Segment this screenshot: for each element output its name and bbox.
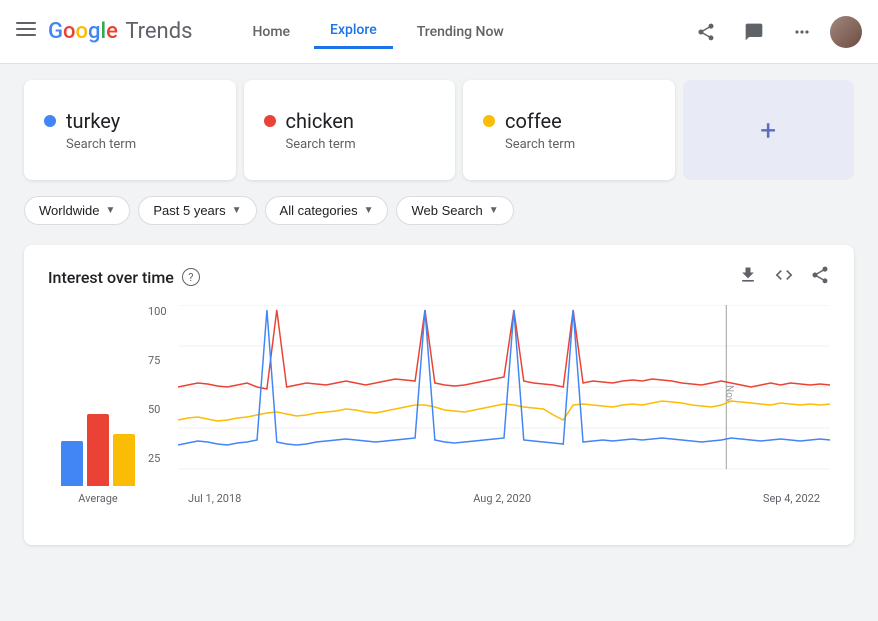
- apps-icon[interactable]: [782, 12, 822, 52]
- period-chevron: ▼: [232, 205, 242, 216]
- menu-icon[interactable]: [16, 19, 36, 44]
- search-type-label: Web Search: [411, 203, 482, 218]
- line-chart-svg: Nov: [178, 305, 830, 470]
- category-filter[interactable]: All categories ▼: [265, 196, 389, 225]
- category-label: All categories: [280, 203, 358, 218]
- coffee-type: Search term: [505, 137, 655, 152]
- logo-google-text: Google: [48, 19, 118, 44]
- avatar[interactable]: [830, 16, 862, 48]
- chicken-avg-bar: [87, 414, 109, 486]
- nav-explore[interactable]: Explore: [314, 14, 393, 49]
- add-icon: +: [760, 114, 776, 147]
- region-filter[interactable]: Worldwide ▼: [24, 196, 130, 225]
- search-terms-row: turkey Search term chicken Search term c…: [24, 80, 854, 180]
- main-content: turkey Search term chicken Search term c…: [0, 64, 878, 561]
- x-label-2022: Sep 4, 2022: [763, 492, 820, 505]
- chart-right-panel: 100 75 50 25 Nov: [148, 305, 830, 525]
- header-left: Google Trends Home Explore Trending Now: [16, 14, 520, 49]
- turkey-type: Search term: [66, 137, 216, 152]
- search-term-chicken[interactable]: chicken Search term: [244, 80, 456, 180]
- avatar-image: [830, 16, 862, 48]
- average-bar-chart: [61, 386, 135, 486]
- line-chart-area: 100 75 50 25 Nov: [148, 305, 830, 490]
- chart-title: Interest over time: [48, 268, 174, 287]
- y-axis-labels: 100 75 50 25: [148, 305, 176, 465]
- search-term-coffee[interactable]: coffee Search term: [463, 80, 675, 180]
- coffee-dot: [483, 115, 495, 127]
- chicken-type: Search term: [286, 137, 436, 152]
- search-type-filter[interactable]: Web Search ▼: [396, 196, 513, 225]
- y-label-50: 50: [148, 403, 176, 416]
- search-type-chevron: ▼: [489, 205, 499, 216]
- messages-icon[interactable]: [734, 12, 774, 52]
- chart-card: Interest over time ?: [24, 245, 854, 545]
- turkey-header: turkey: [44, 109, 216, 133]
- share-chart-icon[interactable]: [810, 265, 830, 289]
- chart-left-panel: Average: [48, 305, 148, 525]
- avg-label: Average: [78, 492, 118, 505]
- add-term-button[interactable]: +: [683, 80, 855, 180]
- coffee-avg-bar: [113, 434, 135, 486]
- chart-container: Average 100 75 50 25: [48, 305, 830, 525]
- embed-icon[interactable]: [774, 265, 794, 289]
- region-chevron: ▼: [105, 205, 115, 216]
- x-axis-labels: Jul 1, 2018 Aug 2, 2020 Sep 4, 2022: [178, 492, 830, 505]
- chicken-header: chicken: [264, 109, 436, 133]
- chart-actions: [738, 265, 830, 289]
- header-right: [686, 12, 862, 52]
- category-chevron: ▼: [364, 205, 374, 216]
- y-label-100: 100: [148, 305, 176, 318]
- turkey-avg-bar: [61, 441, 83, 486]
- region-label: Worldwide: [39, 203, 99, 218]
- coffee-header: coffee: [483, 109, 655, 133]
- share-icon[interactable]: [686, 12, 726, 52]
- logo-trends-text: Trends: [120, 19, 193, 44]
- coffee-name: coffee: [505, 109, 562, 133]
- nav: Home Explore Trending Now: [236, 14, 519, 49]
- turkey-dot: [44, 115, 56, 127]
- chart-header: Interest over time ?: [48, 265, 830, 289]
- help-icon[interactable]: ?: [182, 268, 200, 286]
- chicken-name: chicken: [286, 109, 354, 133]
- header: Google Trends Home Explore Trending Now: [0, 0, 878, 64]
- period-label: Past 5 years: [153, 203, 225, 218]
- y-label-25: 25: [148, 452, 176, 465]
- nav-home[interactable]: Home: [236, 16, 306, 48]
- download-icon[interactable]: [738, 265, 758, 289]
- nav-trending[interactable]: Trending Now: [401, 16, 520, 48]
- period-filter[interactable]: Past 5 years ▼: [138, 196, 256, 225]
- svg-text:Nov: Nov: [724, 385, 735, 403]
- filter-row: Worldwide ▼ Past 5 years ▼ All categorie…: [24, 196, 854, 225]
- x-label-2020: Aug 2, 2020: [473, 492, 531, 505]
- x-label-2018: Jul 1, 2018: [188, 492, 241, 505]
- chicken-dot: [264, 115, 276, 127]
- logo: Google Trends: [48, 19, 192, 44]
- search-term-turkey[interactable]: turkey Search term: [24, 80, 236, 180]
- turkey-name: turkey: [66, 109, 120, 133]
- y-label-75: 75: [148, 354, 176, 367]
